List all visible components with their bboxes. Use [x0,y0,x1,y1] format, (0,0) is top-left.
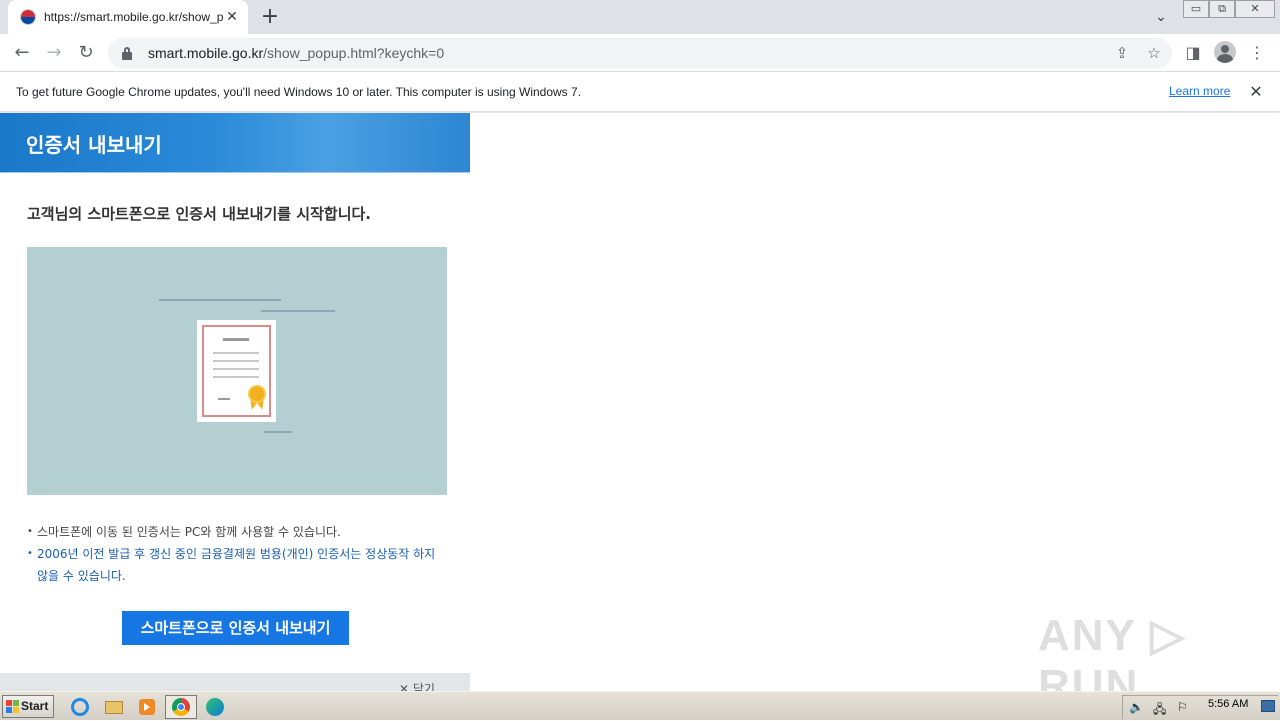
anyrun-watermark-logo: ANY ▷ RUN [1038,611,1187,691]
media-player-icon[interactable] [134,695,160,719]
certificate-export-popup: 인증서 내보내기 고객님의 스마트폰으로 인증서 내보내기를 시작합니다. 스마… [0,113,470,691]
tab-close-icon[interactable]: ✕ [224,9,240,25]
volume-icon[interactable]: 🔈 [1129,700,1144,714]
start-button[interactable]: Start [2,695,54,718]
windows-flag-icon [6,700,19,713]
update-infobar: To get future Google Chrome updates, you… [0,72,1280,112]
lock-icon[interactable] [120,46,134,60]
ie-icon[interactable] [67,695,93,719]
browser-tab[interactable]: https://smart.mobile.go.kr/show_po ✕ [8,0,248,34]
certificate-document-icon [197,320,276,422]
profile-avatar-icon[interactable] [1214,41,1236,63]
reload-button[interactable]: ↻ [74,41,98,65]
minimize-button[interactable]: ▭ [1183,0,1209,18]
action-center-flag-icon[interactable]: ⚐ [1177,700,1188,714]
tab-search-chevron-icon[interactable]: ⌄ [1150,6,1172,28]
start-label: Start [21,699,49,713]
chrome-icon[interactable] [165,695,197,719]
intro-text: 고객님의 스마트폰으로 인증서 내보내기를 시작합니다. [27,205,371,223]
note-item-warning: 2006년 이전 발급 후 갱신 중인 금융결제원 범용(개인) 인증서는 정상… [27,543,447,587]
network-icon[interactable]: 🖧 [1153,700,1166,721]
back-button[interactable]: ← [10,41,34,65]
export-to-smartphone-button[interactable]: 스마트폰으로 인증서 내보내기 [122,611,349,645]
restore-button[interactable]: ⧉ [1209,0,1235,18]
edge-icon[interactable] [202,695,228,719]
new-tab-button[interactable]: + [258,6,282,30]
decor-line [264,431,292,433]
popup-banner: 인증서 내보내기 [0,113,470,173]
url-text[interactable]: smart.mobile.go.kr/show_popup.html?keych… [148,45,444,61]
certificate-illustration [27,247,447,495]
share-icon[interactable]: ⇪ [1110,41,1134,65]
decor-line [261,310,335,312]
tab-title: https://smart.mobile.go.kr/show_po [44,10,224,24]
korea-flag-favicon-icon [20,9,36,25]
infobar-close-icon[interactable]: ✕ [1246,82,1266,102]
tab-strip: https://smart.mobile.go.kr/show_po ✕ + ⌄… [0,0,1280,34]
notes-list: 스마트폰에 이동 된 인증서는 PC와 함께 사용할 수 있습니다. 2006년… [27,521,447,587]
decor-line [159,299,281,301]
infobar-message: To get future Google Chrome updates, you… [16,84,582,99]
show-desktop-icon[interactable] [1261,700,1275,712]
window-close-button[interactable]: ✕ [1235,0,1275,18]
windows-taskbar: Start 🔈 🖧 ⚐ [0,691,1280,720]
taskbar-clock[interactable]: 5:56 AM [1208,698,1248,710]
menu-kebab-icon[interactable]: ⋮ [1245,41,1269,65]
popup-title: 인증서 내보내기 [26,133,162,157]
gold-seal-icon [248,385,266,403]
browser-toolbar: ← → ↻ smart.mobile.go.kr/show_popup.html… [0,34,1280,72]
explorer-icon[interactable] [101,695,127,719]
system-tray: 🔈 🖧 ⚐ [1122,695,1278,719]
popup-close-link[interactable]: ✕ 닫기 [399,680,435,691]
forward-button[interactable]: → [42,41,66,65]
address-bar[interactable]: smart.mobile.go.kr/show_popup.html?keych… [108,38,1172,68]
page-content: 인증서 내보내기 고객님의 스마트폰으로 인증서 내보내기를 시작합니다. 스마… [0,113,1280,691]
side-panel-icon[interactable]: ◨ [1181,41,1205,65]
learn-more-link[interactable]: Learn more [1169,84,1230,98]
bookmark-star-icon[interactable]: ☆ [1142,41,1166,65]
note-item: 스마트폰에 이동 된 인증서는 PC와 함께 사용할 수 있습니다. [27,521,447,543]
